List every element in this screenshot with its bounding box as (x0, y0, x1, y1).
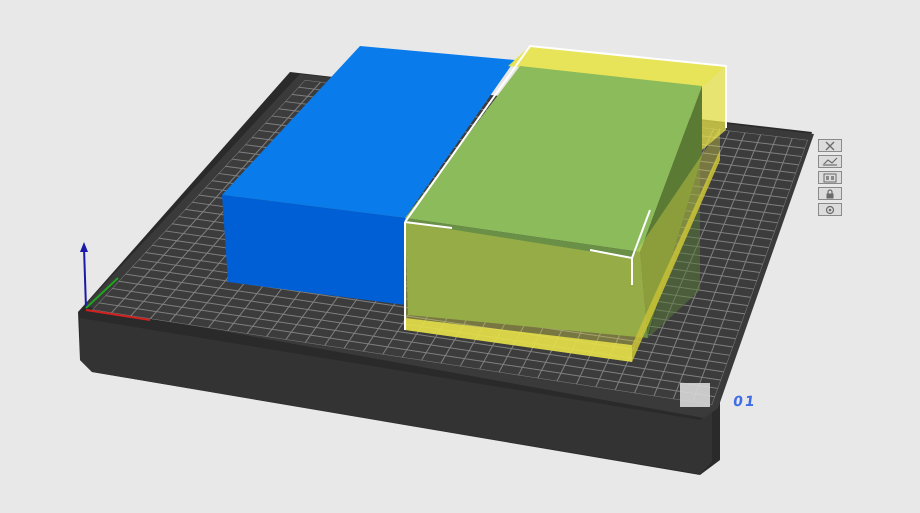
arrange-button[interactable] (818, 171, 842, 184)
close-icon (825, 141, 835, 150)
auto-orient-icon (822, 157, 838, 166)
lock-icon (826, 188, 834, 198)
lock-plate-button[interactable] (818, 187, 842, 200)
settings-icon (825, 205, 835, 214)
plate-settings-button[interactable] (818, 203, 842, 216)
close-plate-button[interactable] (818, 139, 842, 152)
build-plate-scene[interactable] (0, 0, 920, 513)
arrange-icon (823, 173, 837, 182)
plate-number-label[interactable]: 01 (732, 394, 758, 410)
plate-toolbar (818, 139, 844, 216)
plate-corner-tile (680, 383, 710, 407)
3d-viewport[interactable]: 01 (0, 0, 920, 513)
auto-orient-button[interactable] (818, 155, 842, 168)
